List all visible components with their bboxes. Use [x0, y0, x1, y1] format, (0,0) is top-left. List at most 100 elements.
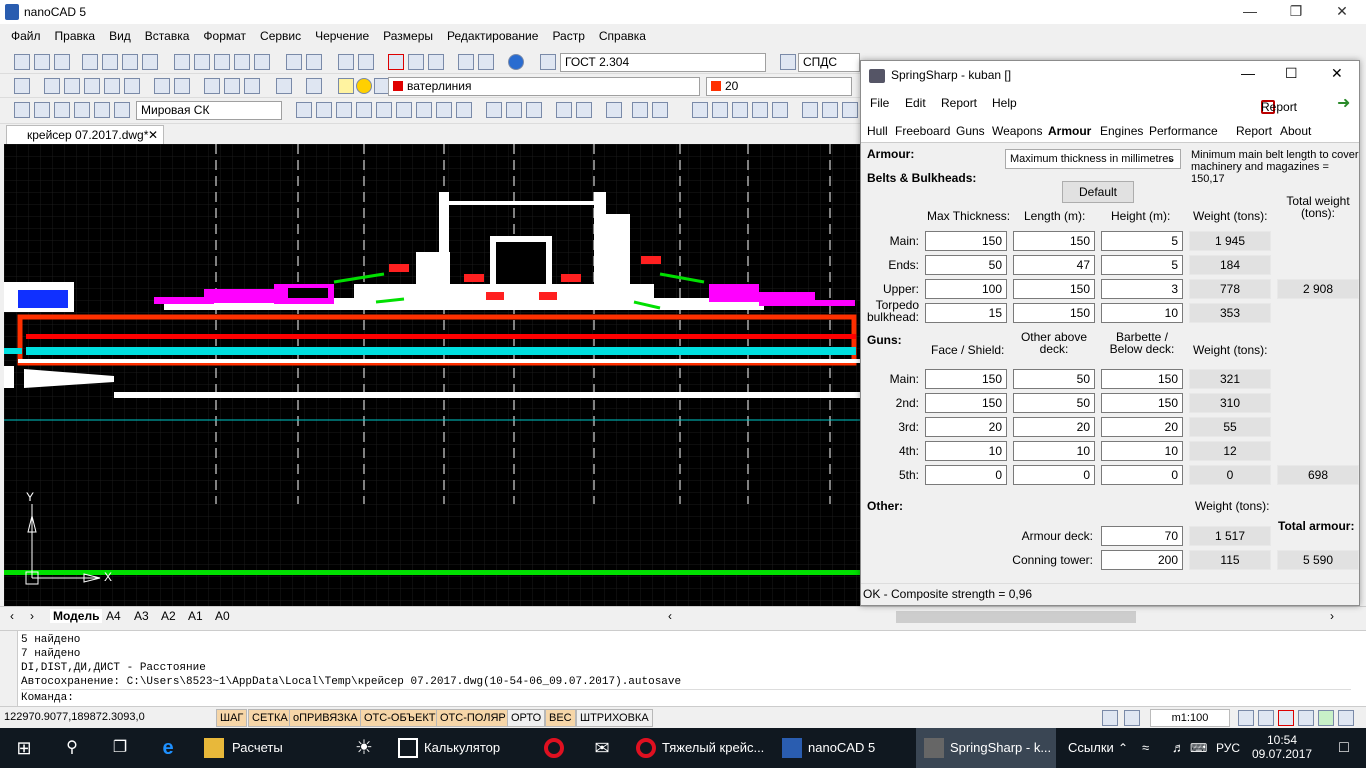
settings-icon[interactable] — [306, 78, 322, 94]
opera-icon[interactable] — [530, 728, 578, 768]
belt-length-input[interactable]: 47 — [1013, 255, 1095, 275]
armour-deck-input[interactable]: 70 — [1101, 526, 1183, 546]
gun-face-input[interactable]: 20 — [925, 417, 1007, 437]
region-icon[interactable] — [556, 102, 572, 118]
tab-weapons[interactable]: Weapons — [992, 124, 1042, 138]
taskbar-item-calculator[interactable]: Калькулятор — [388, 728, 518, 768]
belt-height-input[interactable]: 5 — [1101, 255, 1183, 275]
orbit-icon[interactable] — [822, 102, 838, 118]
tab-freeboard[interactable]: Freeboard — [895, 124, 950, 138]
ucs-z-icon[interactable] — [114, 102, 130, 118]
restore-icon[interactable]: ❐ — [1273, 0, 1319, 24]
horizontal-scrollbar[interactable]: ‹ › — [640, 606, 1366, 626]
redo-icon[interactable] — [306, 54, 322, 70]
gun-other-input[interactable]: 20 — [1013, 417, 1095, 437]
gun-face-input[interactable]: 10 — [925, 441, 1007, 461]
notifications-icon[interactable]: □ — [1322, 728, 1366, 768]
erase-icon[interactable] — [692, 102, 708, 118]
belt-length-input[interactable]: 150 — [1013, 231, 1095, 251]
match-props-icon[interactable] — [234, 54, 250, 70]
regen-icon[interactable] — [1318, 710, 1334, 726]
group-icon[interactable] — [772, 102, 788, 118]
tab-about[interactable]: About — [1280, 124, 1311, 138]
zoom-extents-icon[interactable] — [428, 54, 444, 70]
command-window-grip[interactable] — [0, 631, 18, 709]
preview-icon[interactable] — [102, 54, 118, 70]
tab-engines[interactable]: Engines — [1100, 124, 1143, 138]
belt-thickness-input[interactable]: 50 — [925, 255, 1007, 275]
stretch-icon[interactable] — [154, 78, 170, 94]
task-view-icon[interactable]: ❐ — [96, 728, 144, 768]
taskbar-item-nanocad[interactable]: nanoCAD 5 — [776, 728, 910, 768]
ucs-x-icon[interactable] — [74, 102, 90, 118]
ss-menu-edit[interactable]: Edit — [905, 96, 926, 110]
cut-icon[interactable] — [174, 54, 190, 70]
menu-modify[interactable]: Редактирование — [440, 29, 545, 43]
hatch-icon[interactable] — [526, 102, 542, 118]
annotation-scale[interactable]: m1:100 — [1150, 709, 1230, 727]
menu-view[interactable]: Вид — [102, 29, 138, 43]
zoom-window-icon[interactable] — [388, 54, 404, 70]
edit-icon[interactable] — [712, 102, 728, 118]
mirror-icon[interactable] — [204, 78, 220, 94]
zoom-window-status-icon[interactable] — [1278, 710, 1294, 726]
gun-other-input[interactable]: 10 — [1013, 441, 1095, 461]
minimize-icon[interactable]: — — [1227, 0, 1273, 24]
ucs-origin-icon[interactable] — [34, 102, 50, 118]
thickness-mode-select[interactable]: Maximum thickness in millimetres ⌄ — [1005, 149, 1181, 169]
edge-icon[interactable]: e — [144, 728, 192, 768]
pan-status-icon[interactable] — [1238, 710, 1254, 726]
pan-icon[interactable] — [802, 102, 818, 118]
ellipse-icon[interactable] — [436, 102, 452, 118]
trim-icon[interactable] — [124, 78, 140, 94]
scroll-left-icon[interactable]: ‹ — [668, 609, 672, 623]
select-icon[interactable] — [44, 78, 60, 94]
language-indicator[interactable]: РУС — [1216, 728, 1240, 768]
gun-face-input[interactable]: 0 — [925, 465, 1007, 485]
view-icon[interactable] — [842, 102, 858, 118]
array-icon[interactable] — [174, 78, 190, 94]
tab-hull[interactable]: Hull — [867, 124, 888, 138]
keyboard-icon[interactable]: ⌨ — [1190, 728, 1207, 768]
ucs-icon[interactable] — [14, 102, 30, 118]
gun-other-input[interactable]: 50 — [1013, 393, 1095, 413]
pencil-icon[interactable] — [478, 54, 494, 70]
close-icon[interactable]: ✕ — [1319, 0, 1365, 24]
gun-face-input[interactable]: 150 — [925, 369, 1007, 389]
clock[interactable]: 10:54 09.07.2017 — [1252, 728, 1312, 768]
text-style-select[interactable]: ГОСТ 2.304 — [560, 53, 766, 72]
gun-barbette-input[interactable]: 20 — [1101, 417, 1183, 437]
paste-icon[interactable] — [214, 54, 230, 70]
spline-icon[interactable] — [396, 102, 412, 118]
drawing-canvas[interactable]: Y X — [4, 144, 860, 606]
gun-barbette-input[interactable]: 0 — [1101, 465, 1183, 485]
brush-icon[interactable] — [338, 54, 354, 70]
ucs-select[interactable]: Мировая СК — [136, 101, 282, 120]
scroll-thumb[interactable] — [896, 611, 1136, 623]
tab-guns[interactable]: Guns — [956, 124, 985, 138]
publish-icon[interactable] — [122, 54, 138, 70]
move-icon[interactable] — [64, 78, 80, 94]
polygon-icon[interactable] — [356, 102, 372, 118]
undo-icon[interactable] — [286, 54, 302, 70]
lightbulb-icon[interactable] — [338, 78, 354, 94]
toggle-grid[interactable]: СЕТКА — [248, 709, 292, 727]
toggle-polar[interactable]: ОТС-ПОЛЯР — [436, 709, 510, 727]
plot-icon[interactable] — [142, 54, 158, 70]
align-icon[interactable] — [732, 102, 748, 118]
command-input[interactable]: Команда: — [21, 689, 1351, 705]
zoom-prev-icon[interactable] — [408, 54, 424, 70]
ss-menu-file[interactable]: File — [870, 96, 889, 110]
ss-menu-help[interactable]: Help — [992, 96, 1017, 110]
layout-tab-model[interactable]: Модель — [50, 609, 103, 623]
measure-icon[interactable] — [458, 54, 474, 70]
mail-icon[interactable]: ✉ — [578, 728, 626, 768]
gun-face-input[interactable]: 150 — [925, 393, 1007, 413]
brightness-icon[interactable]: ☀ — [340, 728, 388, 768]
distribute-icon[interactable] — [752, 102, 768, 118]
toggle-lineweight[interactable]: ВЕС — [545, 709, 576, 727]
explode-icon[interactable] — [244, 78, 260, 94]
belt-height-input[interactable]: 5 — [1101, 231, 1183, 251]
gun-barbette-input[interactable]: 150 — [1101, 369, 1183, 389]
insert-block-icon[interactable] — [486, 102, 502, 118]
